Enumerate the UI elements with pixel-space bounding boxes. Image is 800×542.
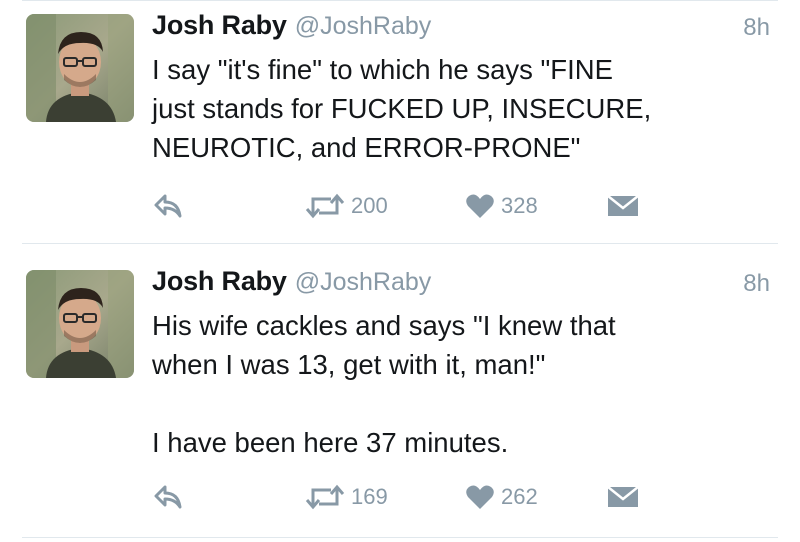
reply-arrow-icon — [153, 193, 183, 219]
heart-icon — [465, 484, 495, 510]
direct-message-button[interactable] — [606, 477, 640, 517]
author-handle[interactable]: @JoshRaby — [295, 268, 432, 296]
avatar[interactable] — [26, 14, 134, 122]
reply-button[interactable] — [153, 477, 183, 517]
reply-button[interactable] — [153, 186, 183, 226]
tweet-header: Josh Raby @JoshRaby 8h — [152, 10, 780, 46]
author-handle[interactable]: @JoshRaby — [295, 12, 432, 40]
bottom-divider — [22, 537, 778, 538]
like-count: 262 — [501, 484, 538, 509]
author-name[interactable]: Josh Raby — [152, 266, 287, 296]
retweet-icon — [305, 484, 345, 510]
reply-arrow-icon — [153, 484, 183, 510]
envelope-icon — [606, 193, 640, 219]
direct-message-button[interactable] — [606, 186, 640, 226]
timestamp[interactable]: 8h — [743, 270, 770, 298]
avatar[interactable] — [26, 270, 134, 378]
like-button[interactable]: 328 — [465, 186, 538, 226]
author-name[interactable]: Josh Raby — [152, 10, 287, 40]
tweet-text: I say "it's fine" to which he says "FINE… — [152, 54, 652, 163]
retweet-icon — [305, 193, 345, 219]
retweet-button[interactable]: 169 — [305, 477, 388, 517]
tweet-header: Josh Raby @JoshRaby 8h — [152, 266, 780, 302]
tweet-text: His wife cackles and says "I knew that w… — [152, 310, 616, 458]
tweet-actions: 169 262 — [0, 477, 800, 517]
envelope-icon — [606, 484, 640, 510]
tweet[interactable]: Josh Raby @JoshRaby 8h His wife cackles a… — [0, 244, 800, 542]
retweet-count: 169 — [351, 484, 388, 509]
retweet-count: 200 — [351, 193, 388, 218]
like-button[interactable]: 262 — [465, 477, 538, 517]
timestamp[interactable]: 8h — [743, 14, 770, 42]
tweet-actions: 200 328 — [0, 186, 800, 226]
like-count: 328 — [501, 193, 538, 218]
tweet[interactable]: Josh Raby @JoshRaby 8h I say "it's fine" … — [0, 0, 800, 244]
heart-icon — [465, 193, 495, 219]
retweet-button[interactable]: 200 — [305, 186, 388, 226]
